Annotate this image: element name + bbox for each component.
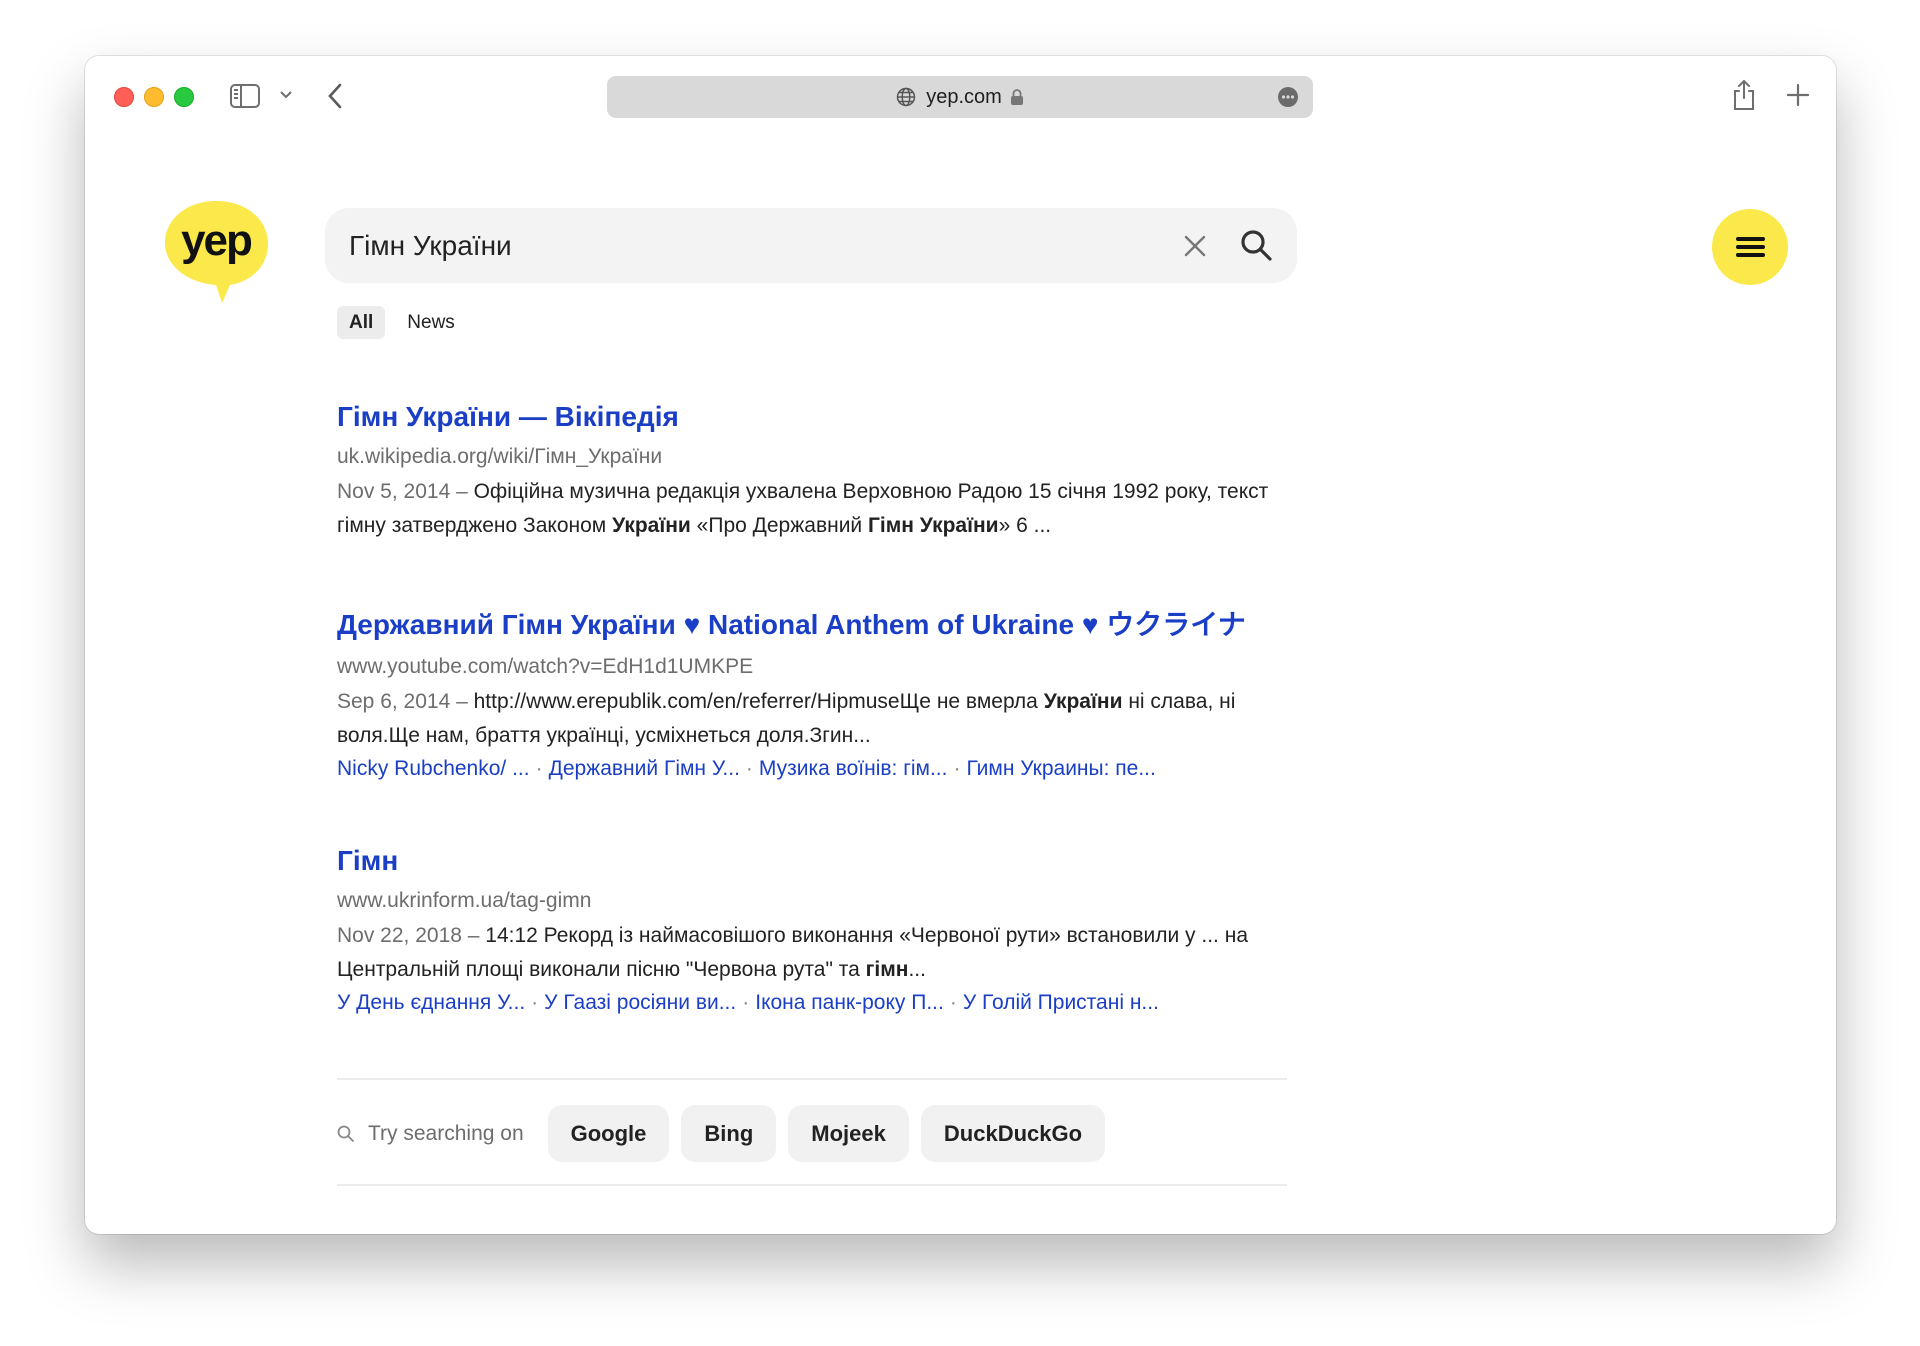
snippet-highlight: України	[612, 514, 691, 537]
browser-toolbar: yep.com	[85, 56, 1836, 140]
sitelinks: Nicky Rubchenko/ ... · Державний Гімн У...…	[337, 757, 1156, 780]
search-icon[interactable]	[1239, 228, 1273, 262]
sitelink[interactable]: Nicky Rubchenko/ ...	[337, 757, 530, 780]
sitelink[interactable]: Державний Гімн У...	[549, 757, 740, 780]
result-url: www.ukrinform.ua/tag-gimn	[337, 889, 592, 912]
share-icon[interactable]	[1730, 78, 1758, 112]
snippet-text: » 6 ...	[998, 514, 1052, 537]
result-title-link[interactable]: Гімн України — Вікіпедія	[337, 401, 1297, 433]
chevron-down-icon[interactable]	[279, 88, 293, 102]
sitelink[interactable]: Гимн Украины: пе...	[966, 757, 1155, 780]
result-date: Nov 22, 2018 –	[337, 924, 480, 947]
search-icon	[337, 1125, 354, 1142]
search-tabs: All News	[337, 306, 467, 339]
address-bar[interactable]: yep.com	[607, 76, 1313, 118]
logo-text: yep	[181, 216, 252, 265]
try-searching-bar: Try searching on Google Bing Mojeek Duck…	[337, 1105, 1117, 1162]
engine-button-bing[interactable]: Bing	[681, 1105, 777, 1162]
divider	[337, 1078, 1287, 1080]
lock-icon	[1010, 89, 1023, 105]
plus-icon[interactable]	[1785, 82, 1811, 108]
yep-logo[interactable]: yep	[164, 199, 269, 305]
sitelink[interactable]: У Голій Пристані н...	[963, 991, 1159, 1014]
snippet-highlight: України	[1043, 690, 1123, 713]
sitelink[interactable]: Ікона панк-року П...	[755, 991, 944, 1014]
result-title-link[interactable]: Гімн	[337, 845, 1297, 877]
menu-icon-line	[1736, 253, 1765, 257]
result-date: Sep 6, 2014 –	[337, 690, 468, 713]
menu-button[interactable]	[1712, 209, 1788, 285]
try-searching-label: Try searching on	[368, 1121, 524, 1145]
snippet-text: ...	[908, 958, 926, 981]
tab-news[interactable]: News	[395, 306, 467, 339]
sitelinks: У День єднання У... · У Гаазі росіяни ви..…	[337, 991, 1159, 1014]
result-title-link[interactable]: Державний Гімн України ♥ National Anthem…	[337, 603, 1297, 643]
address-bar-url: yep.com	[926, 85, 1002, 108]
sidebar-icon[interactable]	[230, 84, 260, 108]
browser-window: yep.com yep Гімн України All News Гімн У…	[85, 56, 1836, 1234]
search-result: Державний Гімн України ♥ National Anthem…	[337, 603, 1297, 781]
sitelink[interactable]: У Гаазі росіяни ви...	[544, 991, 736, 1014]
result-snippet: Sep 6, 2014 – http://www.erepublik.com/e…	[337, 685, 1297, 753]
search-input[interactable]	[349, 208, 1149, 283]
back-icon[interactable]	[325, 82, 345, 110]
result-date: Nov 5, 2014 –	[337, 480, 468, 503]
snippet-highlight: Гімн України	[868, 514, 999, 537]
engine-button-mojeek[interactable]: Mojeek	[788, 1105, 909, 1162]
search-result: Гімн України — Вікіпедія uk.wikipedia.or…	[337, 401, 1297, 543]
snippet-highlight: гімн	[865, 958, 909, 981]
search-box	[325, 208, 1297, 283]
result-snippet: Nov 5, 2014 – Офіційна музична редакція …	[337, 475, 1297, 543]
search-result: Гімн www.ukrinform.ua/tag-gimn Nov 22, 2…	[337, 845, 1297, 1015]
close-window-button[interactable]	[114, 87, 134, 107]
menu-icon-line	[1736, 237, 1765, 241]
snippet-text: «Про Державний	[690, 514, 869, 537]
more-icon[interactable]	[1277, 86, 1299, 108]
divider	[337, 1184, 1287, 1186]
engine-button-duckduckgo[interactable]: DuckDuckGo	[920, 1105, 1106, 1162]
globe-icon	[896, 87, 916, 107]
sitelink[interactable]: Музика воїнів: гім...	[759, 757, 948, 780]
clear-icon[interactable]	[1183, 234, 1207, 258]
result-snippet: Nov 22, 2018 – 14:12 Рекорд із наймасові…	[337, 919, 1297, 987]
result-url: uk.wikipedia.org/wiki/Гімн_України	[337, 445, 663, 468]
minimize-window-button[interactable]	[144, 87, 164, 107]
menu-icon-line	[1736, 245, 1765, 249]
zoom-window-button[interactable]	[174, 87, 194, 107]
engine-button-google[interactable]: Google	[547, 1105, 670, 1162]
tab-all[interactable]: All	[337, 306, 386, 339]
result-url: www.youtube.com/watch?v=EdH1d1UMKPE	[337, 655, 754, 678]
sitelink[interactable]: У День єднання У...	[337, 991, 525, 1014]
snippet-text: http://www.erepublik.com/en/referrer/Hip…	[467, 690, 1044, 713]
